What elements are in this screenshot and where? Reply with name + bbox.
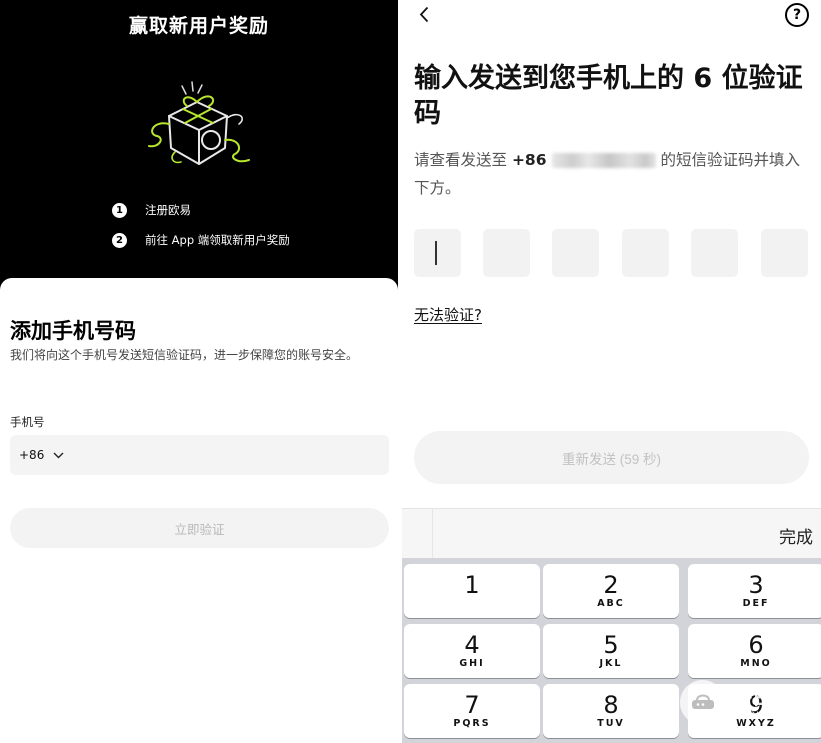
- key-digit: 6: [748, 631, 764, 659]
- country-code-text: +86: [511, 151, 547, 169]
- phone-label: 手机号: [10, 415, 45, 429]
- otp-digit-1[interactable]: [414, 229, 461, 277]
- key-letters: JKL: [599, 658, 623, 669]
- otp-digit-2[interactable]: [483, 229, 530, 277]
- key-letters: MNO: [740, 658, 772, 669]
- keyboard-done-button[interactable]: 完成: [779, 523, 813, 548]
- text-cursor: [435, 241, 437, 265]
- otp-digit-4[interactable]: [622, 229, 669, 277]
- keyboard-toolbar: 完成: [402, 508, 821, 559]
- verify-now-button[interactable]: 立即验证: [10, 508, 389, 548]
- add-phone-screen: 赢取新用户奖励 1 注册欧易 2 前往 App 端领取新用户奖励 添加手机号码 …: [0, 0, 398, 743]
- resend-code-button[interactable]: 重新发送 (59 秒): [414, 431, 809, 484]
- key-letters: PQRS: [453, 718, 491, 729]
- site-watermark: 路由器 luyouqi.com: [680, 677, 820, 727]
- key-digit: 4: [464, 631, 480, 659]
- sheet-title: 添加手机号码: [10, 319, 136, 343]
- watermark-url: luyouqi.com: [731, 708, 804, 720]
- masked-phone-number: [551, 153, 656, 168]
- otp-digit-6[interactable]: [761, 229, 808, 277]
- chevron-down-icon[interactable]: [53, 449, 65, 461]
- router-logo-icon: [680, 679, 725, 725]
- sheet-description: 我们将向这个手机号发送短信验证码，进一步保障您的账号安全。: [10, 348, 359, 362]
- watermark-text: 路由器 luyouqi.com: [731, 685, 803, 720]
- toolbar-divider: [432, 509, 433, 559]
- help-icon[interactable]: ?: [785, 3, 809, 27]
- otp-digit-5[interactable]: [691, 229, 738, 277]
- key-6[interactable]: 6 MNO: [688, 624, 821, 678]
- otp-screen: ? 输入发送到您手机上的 6 位验证码 请查看发送至 +86 的短信验证码并填入下…: [402, 0, 821, 743]
- key-digit: 7: [464, 691, 480, 719]
- key-7[interactable]: 7 PQRS: [404, 684, 540, 738]
- phone-number-input[interactable]: +86: [10, 435, 389, 475]
- page-title: 输入发送到您手机上的 6 位验证码: [414, 63, 803, 129]
- key-letters: TUV: [597, 718, 625, 729]
- step-number-badge: 2: [112, 232, 127, 248]
- key-digit: 1: [464, 571, 480, 599]
- cant-verify-link[interactable]: 无法验证?: [414, 304, 482, 325]
- key-digit: 8: [603, 691, 619, 719]
- step-number-badge: 1: [112, 202, 127, 218]
- country-code-select[interactable]: +86: [19, 448, 44, 462]
- gift-box-icon: [148, 81, 250, 165]
- step-text: 前往 App 端领取新用户奖励: [145, 233, 290, 247]
- key-3[interactable]: 3 DEF: [688, 564, 821, 618]
- new-user-reward-banner: 赢取新用户奖励 1 注册欧易 2 前往 App 端领取新用户奖励: [0, 0, 398, 300]
- key-letters: GHI: [459, 658, 485, 669]
- key-8[interactable]: 8 TUV: [543, 684, 679, 738]
- key-2[interactable]: 2 ABC: [543, 564, 679, 618]
- key-1[interactable]: 1: [404, 564, 540, 618]
- key-letters: DEF: [742, 598, 770, 609]
- promo-step-1: 1 注册欧易: [112, 201, 191, 219]
- step-text: 注册欧易: [145, 203, 191, 217]
- key-digit: 2: [603, 571, 619, 599]
- desc-prefix: 请查看发送至: [414, 151, 512, 169]
- key-letters: ABC: [597, 598, 625, 609]
- back-button[interactable]: [414, 3, 434, 25]
- otp-input-row: [414, 229, 821, 277]
- chevron-left-icon[interactable]: [419, 6, 429, 23]
- promo-step-2: 2 前往 App 端领取新用户奖励: [112, 231, 290, 249]
- key-5[interactable]: 5 JKL: [543, 624, 679, 678]
- key-digit: 3: [748, 571, 764, 599]
- otp-digit-3[interactable]: [552, 229, 599, 277]
- key-digit: 5: [603, 631, 619, 659]
- add-phone-sheet: 添加手机号码 我们将向这个手机号发送短信验证码，进一步保障您的账号安全。 手机号…: [0, 278, 398, 743]
- key-4[interactable]: 4 GHI: [404, 624, 540, 678]
- otp-description: 请查看发送至 +86 的短信验证码并填入下方。: [414, 146, 809, 202]
- watermark-name: 路由器: [731, 684, 797, 709]
- promo-title: 赢取新用户奖励: [128, 15, 269, 37]
